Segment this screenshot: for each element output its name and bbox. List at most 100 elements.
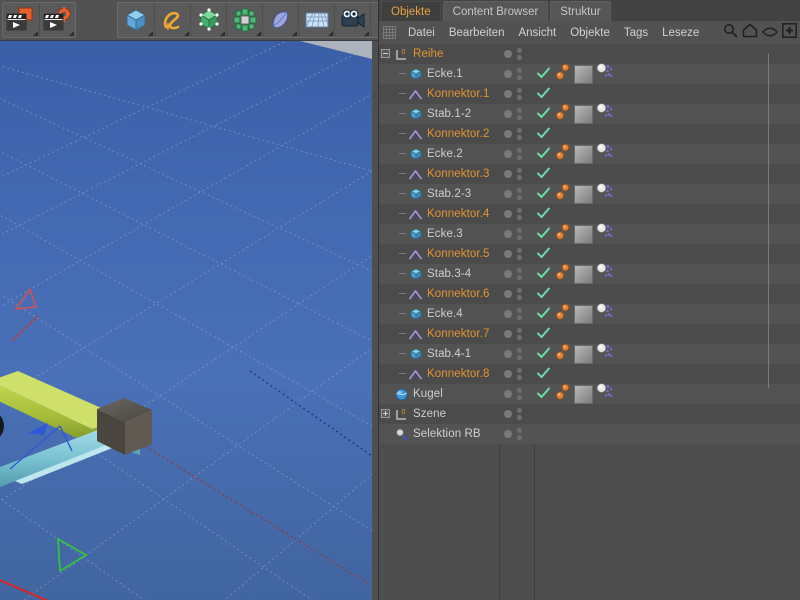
visibility-dot-bottom[interactable] — [517, 255, 522, 260]
add-box-icon[interactable] — [782, 22, 797, 43]
render-visibility-dots[interactable] — [517, 328, 522, 340]
home-icon[interactable] — [742, 23, 758, 43]
table-row[interactable]: Selektion RB — [379, 424, 800, 444]
material-tag-black[interactable] — [574, 144, 593, 164]
dynamics-tag[interactable] — [555, 263, 571, 286]
object-tree[interactable]: 0 Reihe Ecke.1 Konnektor.1 Stab.1-2 Konnektor… — [379, 44, 800, 600]
phong-tag[interactable] — [596, 222, 614, 246]
visibility-dot-top[interactable] — [517, 188, 522, 193]
menu-datei[interactable]: Datei — [401, 22, 442, 44]
editor-visibility-dot[interactable] — [504, 130, 512, 138]
menu-bearbeiten[interactable]: Bearbeiten — [442, 22, 512, 44]
enabled-check-icon[interactable] — [537, 347, 550, 365]
visibility-dots[interactable] — [502, 84, 532, 104]
phong-tag[interactable] — [596, 182, 614, 206]
table-row[interactable]: Ecke.2 — [379, 142, 800, 166]
material-tag-green[interactable] — [574, 184, 593, 204]
table-row[interactable]: Kugel — [379, 382, 800, 406]
spline-button[interactable] — [154, 3, 190, 37]
dynamics-tag[interactable] — [555, 143, 571, 166]
render-view-button[interactable] — [3, 3, 39, 37]
visibility-dots[interactable] — [502, 64, 532, 84]
visibility-dots[interactable] — [502, 164, 532, 184]
menu-leseze[interactable]: Leseze — [655, 22, 706, 44]
table-row[interactable]: Konnektor.6 — [379, 284, 800, 304]
expand-expander-icon[interactable] — [381, 409, 390, 418]
phong-tag[interactable] — [596, 102, 614, 126]
material-tag-white[interactable] — [574, 64, 593, 84]
menu-objekte[interactable]: Objekte — [563, 22, 617, 44]
editor-visibility-dot[interactable] — [504, 270, 512, 278]
editor-visibility-dot[interactable] — [504, 90, 512, 98]
enabled-check-icon[interactable] — [537, 127, 550, 145]
render-visibility-dots[interactable] — [517, 268, 522, 280]
table-row[interactable]: Stab.2-3 — [379, 182, 800, 206]
visibility-dot-top[interactable] — [517, 288, 522, 293]
editor-visibility-dot[interactable] — [504, 410, 512, 418]
enabled-check-icon[interactable] — [537, 107, 550, 125]
render-visibility-dots[interactable] — [517, 288, 522, 300]
cube-button[interactable] — [118, 3, 154, 37]
dynamics-tag[interactable] — [555, 383, 571, 406]
dynamics-tag[interactable] — [555, 103, 571, 126]
table-row[interactable]: Ecke.3 — [379, 222, 800, 246]
render-visibility-dots[interactable] — [517, 428, 522, 440]
phong-tag[interactable] — [596, 262, 614, 286]
table-row[interactable]: Konnektor.1 — [379, 84, 800, 104]
render-visibility-dots[interactable] — [517, 168, 522, 180]
editor-visibility-dot[interactable] — [504, 110, 512, 118]
render-visibility-dots[interactable] — [517, 188, 522, 200]
visibility-dot-top[interactable] — [517, 208, 522, 213]
dynamics-tag[interactable] — [555, 343, 571, 366]
visibility-dot-top[interactable] — [517, 228, 522, 233]
editor-visibility-dot[interactable] — [504, 70, 512, 78]
editor-visibility-dot[interactable] — [504, 230, 512, 238]
visibility-dot-top[interactable] — [517, 268, 522, 273]
visibility-dot-top[interactable] — [517, 408, 522, 413]
enabled-check-icon[interactable] — [537, 287, 550, 305]
enabled-check-icon[interactable] — [537, 267, 550, 285]
render-visibility-dots[interactable] — [517, 48, 522, 60]
table-row[interactable]: Konnektor.3 — [379, 164, 800, 184]
editor-visibility-dot[interactable] — [504, 390, 512, 398]
visibility-dot-bottom[interactable] — [517, 75, 522, 80]
enabled-check-icon[interactable] — [537, 147, 550, 165]
tab-objekte[interactable]: Objekte — [381, 1, 441, 21]
table-row[interactable]: Stab.3-4 — [379, 262, 800, 286]
render-visibility-dots[interactable] — [517, 108, 522, 120]
render-visibility-dots[interactable] — [517, 348, 522, 360]
dynamics-tag[interactable] — [555, 183, 571, 206]
editor-visibility-dot[interactable] — [504, 190, 512, 198]
visibility-dot-bottom[interactable] — [517, 375, 522, 380]
material-tag-green[interactable] — [574, 344, 593, 364]
render-visibility-dots[interactable] — [517, 228, 522, 240]
tab-struktur[interactable]: Struktur — [550, 1, 611, 21]
visibility-dot-top[interactable] — [517, 348, 522, 353]
enabled-check-icon[interactable] — [537, 207, 550, 225]
material-tag-blue[interactable] — [574, 104, 593, 124]
render-visibility-dots[interactable] — [517, 308, 522, 320]
visibility-dot-bottom[interactable] — [517, 195, 522, 200]
visibility-dot-bottom[interactable] — [517, 55, 522, 60]
menu-tags[interactable]: Tags — [617, 22, 655, 44]
enabled-check-icon[interactable] — [537, 247, 550, 265]
scene-button[interactable] — [298, 3, 334, 37]
visibility-dots[interactable] — [502, 364, 532, 384]
render-visibility-dots[interactable] — [517, 88, 522, 100]
visibility-dot-bottom[interactable] — [517, 275, 522, 280]
visibility-dots[interactable] — [502, 264, 532, 284]
visibility-dot-bottom[interactable] — [517, 415, 522, 420]
visibility-dots[interactable] — [502, 204, 532, 224]
visibility-dot-bottom[interactable] — [517, 95, 522, 100]
visibility-dots[interactable] — [502, 144, 532, 164]
visibility-dot-top[interactable] — [517, 108, 522, 113]
visibility-dots[interactable] — [502, 224, 532, 244]
visibility-dots[interactable] — [502, 404, 532, 424]
visibility-dot-bottom[interactable] — [517, 435, 522, 440]
visibility-dots[interactable] — [502, 344, 532, 364]
render-visibility-dots[interactable] — [517, 128, 522, 140]
editor-visibility-dot[interactable] — [504, 150, 512, 158]
visibility-dots[interactable] — [502, 104, 532, 124]
camera-button[interactable] — [334, 3, 370, 37]
phong-tag[interactable] — [596, 382, 614, 406]
